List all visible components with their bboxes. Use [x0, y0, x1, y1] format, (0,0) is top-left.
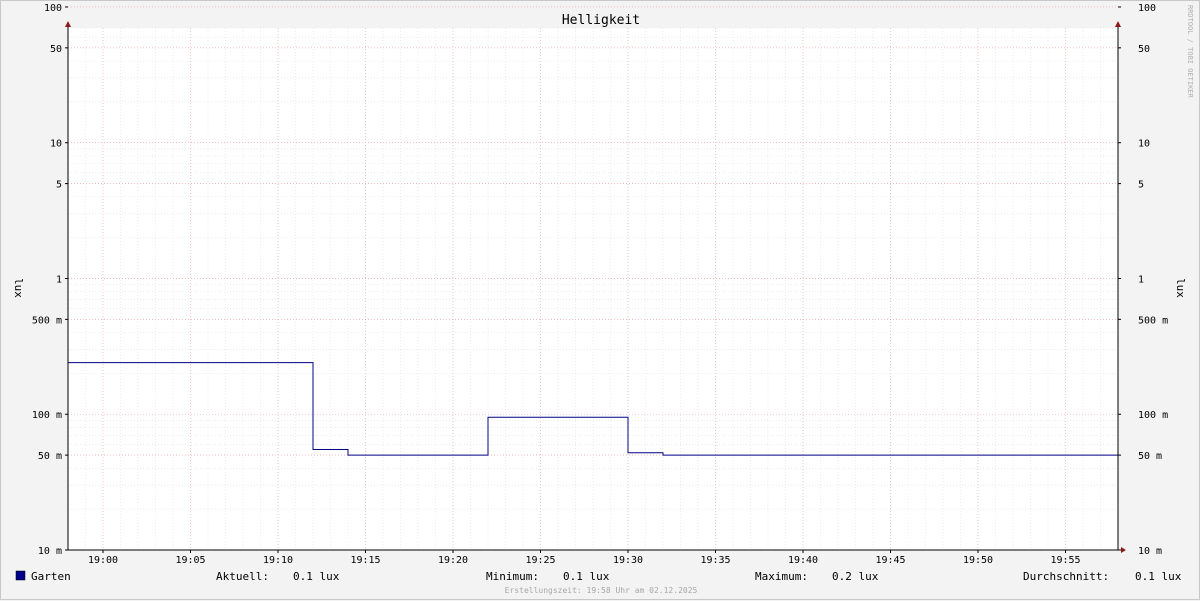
y-axis-left-arrow-icon: [65, 21, 71, 27]
chart-frame: 10 m 10 m 50 m 50 m 100 m 100 m 500 m 500 m 1 1 5 5…: [0, 0, 1200, 600]
y-tick-label-right: 500 m: [1138, 315, 1168, 326]
chart-svg: 10 m 10 m 50 m 50 m 100 m 100 m 500 m 500 m 1 1 5 5…: [12, 3, 1194, 595]
x-tick-label: 19:45: [875, 555, 905, 566]
y-tick-label-right: 100 m: [1138, 410, 1168, 421]
y-tick-label-left: 500 m: [32, 315, 62, 326]
y-tick-label-left: 10 m: [38, 546, 62, 557]
legend-current-label: Aktuell:: [216, 570, 269, 583]
y-tick-label-left: 100: [44, 3, 62, 14]
legend-max-value: 0.2 lux: [832, 570, 879, 583]
legend-avg-value: 0.1 lux: [1135, 570, 1182, 583]
y-axis-label-left: lux: [12, 278, 25, 298]
x-tick-label: 19:55: [1050, 555, 1080, 566]
x-tick-label: 19:00: [88, 555, 118, 566]
x-tick-label: 19:40: [788, 555, 818, 566]
footer-timestamp: Erstellungszeit: 19:58 Uhr am 02.12.2025: [505, 586, 698, 595]
y-tick-label-right: 50 m: [1138, 451, 1162, 462]
y-tick-label-right: 10: [1138, 139, 1150, 150]
x-tick-label: 19:05: [175, 555, 205, 566]
x-tick-label: 19:50: [963, 555, 993, 566]
legend: Garten Aktuell: 0.1 lux Minimum: 0.1 lux…: [15, 570, 1182, 583]
chart-title: Helligkeit: [562, 13, 640, 28]
legend-max-label: Maximum:: [755, 570, 808, 583]
x-tick-label: 19:30: [613, 555, 643, 566]
legend-avg-label: Durchschnitt:: [1023, 570, 1109, 583]
y-tick-label-right: 50: [1138, 44, 1150, 55]
y-tick-label-right: 100: [1138, 3, 1156, 14]
legend-series-name: Garten: [31, 570, 71, 583]
y-tick-label-right: 10 m: [1138, 546, 1162, 557]
y-tick-label-right: 5: [1138, 180, 1144, 191]
legend-min-value: 0.1 lux: [563, 570, 610, 583]
x-tick-label: 19:25: [525, 555, 555, 566]
y-tick-label-right: 1: [1138, 274, 1144, 285]
x-tick-label: 19:15: [350, 555, 380, 566]
x-tick-label: 19:20: [438, 555, 468, 566]
x-tick-label: 19:35: [700, 555, 730, 566]
y-tick-label-left: 50 m: [38, 451, 62, 462]
y-tick-label-left: 1: [56, 274, 62, 285]
y-axis-label-right: lux: [1174, 278, 1187, 298]
x-tick-label: 19:10: [263, 555, 293, 566]
y-tick-label-left: 100 m: [32, 410, 62, 421]
legend-min-label: Minimum:: [486, 570, 539, 583]
y-tick-label-left: 5: [56, 180, 62, 191]
legend-current-value: 0.1 lux: [293, 570, 340, 583]
y-tick-label-left: 10: [50, 139, 62, 150]
rrdtool-watermark: RRDTOOL / TOBI OETIKER: [1186, 5, 1194, 99]
y-tick-label-left: 50: [50, 44, 62, 55]
legend-swatch: [15, 570, 26, 581]
y-axis-right-arrow-icon: [1115, 21, 1121, 27]
x-axis-arrow-icon: [1121, 547, 1126, 553]
